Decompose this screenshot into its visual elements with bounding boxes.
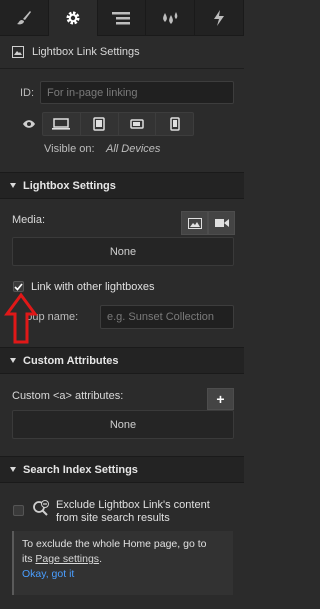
tab-bar <box>0 0 244 36</box>
id-placeholder: For in-page linking <box>47 86 138 99</box>
lightbox-settings-title: Lightbox Settings <box>23 179 116 192</box>
id-input[interactable]: For in-page linking <box>40 81 234 104</box>
notice-line1: To exclude the whole Home page, go to <box>22 538 207 550</box>
custom-attributes-header[interactable]: Custom Attributes <box>0 347 244 374</box>
tab-style-manager[interactable] <box>146 0 196 36</box>
link-lightboxes-label[interactable]: Link with other lightboxes <box>31 281 155 293</box>
lightbox-settings-header[interactable]: Lightbox Settings <box>0 172 244 199</box>
desktop-icon <box>52 118 71 130</box>
add-image-button[interactable] <box>181 211 208 235</box>
gear-icon <box>66 11 80 25</box>
tab-settings[interactable] <box>48 0 98 36</box>
element-header: Lightbox Link Settings <box>0 36 244 69</box>
custom-attributes-value: None <box>109 418 137 431</box>
lightbox-link-icon <box>12 46 24 58</box>
device-selector <box>42 112 194 136</box>
media-label: Media: <box>12 214 46 226</box>
group-name-input[interactable]: e.g. Sunset Collection <box>100 305 234 329</box>
custom-attributes-title: Custom Attributes <box>23 354 119 367</box>
add-attribute-button[interactable]: + <box>207 388 234 410</box>
group-name-placeholder: e.g. Sunset Collection <box>107 311 215 323</box>
media-value: None <box>109 245 137 258</box>
tab-navigator[interactable] <box>98 0 147 36</box>
search-index-header[interactable]: Search Index Settings <box>0 456 244 483</box>
link-lightboxes-checkbox[interactable] <box>13 281 24 292</box>
device-landscape-button[interactable] <box>119 113 157 135</box>
caret-down-icon <box>10 358 16 363</box>
drops-icon <box>163 12 178 24</box>
notice-line2: its Page settings. <box>22 552 225 567</box>
list-icon <box>112 12 131 25</box>
bolt-icon <box>214 10 225 26</box>
exclude-search-checkbox[interactable] <box>13 505 24 516</box>
phone-landscape-icon <box>130 119 144 129</box>
notice-period: . <box>99 553 102 565</box>
id-label: ID: <box>20 87 35 99</box>
caret-down-icon <box>10 467 16 472</box>
tablet-icon <box>93 117 105 131</box>
plus-icon: + <box>216 391 225 407</box>
eye-icon[interactable] <box>22 119 36 129</box>
image-icon <box>187 217 202 229</box>
device-portrait-button[interactable] <box>156 113 193 135</box>
exclude-search-line2: from site search results <box>56 512 170 524</box>
exclude-search-line1: Exclude Lightbox Link's content <box>56 499 210 511</box>
notice-its: its <box>22 553 33 565</box>
search-index-title: Search Index Settings <box>23 463 138 476</box>
caret-down-icon <box>10 183 16 188</box>
phone-portrait-icon <box>169 117 180 131</box>
element-title: Lightbox Link Settings <box>32 46 140 58</box>
page-settings-link[interactable]: Page settings <box>35 553 99 565</box>
okay-got-it-link[interactable]: Okay, got it <box>22 567 225 582</box>
device-tablet-button[interactable] <box>81 113 119 135</box>
add-video-button[interactable] <box>208 211 235 235</box>
custom-attributes-value-box[interactable]: None <box>12 410 234 439</box>
tab-style[interactable] <box>0 0 49 36</box>
media-value-box[interactable]: None <box>12 237 234 266</box>
tab-interactions[interactable] <box>195 0 244 36</box>
device-desktop-button[interactable] <box>43 113 81 135</box>
brush-icon <box>16 11 31 25</box>
video-icon <box>214 219 229 227</box>
visible-on-label: Visible on: <box>44 143 95 155</box>
exclude-page-notice: To exclude the whole Home page, go to it… <box>12 531 233 595</box>
visible-on-value: All Devices <box>106 143 161 155</box>
custom-attributes-label: Custom <a> attributes: <box>12 390 124 402</box>
annotation-arrow-icon <box>4 292 38 344</box>
checkmark-icon <box>14 282 23 291</box>
search-exclude-icon <box>33 500 49 516</box>
